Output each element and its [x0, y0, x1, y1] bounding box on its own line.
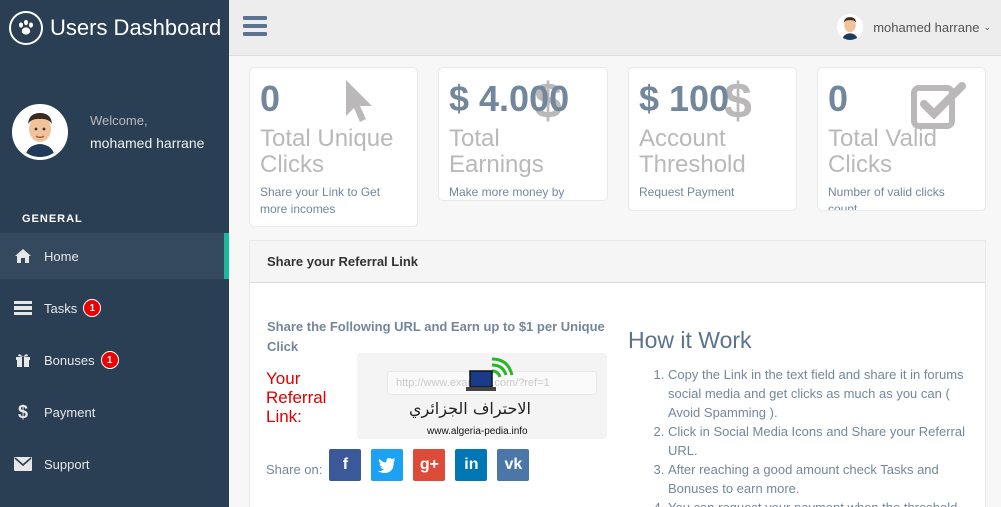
linkedin-icon: in [464, 456, 479, 473]
sidebar-item-bonuses[interactable]: Bonuses 1 [0, 337, 229, 383]
tasks-icon [13, 298, 33, 318]
share-label: Share on: [266, 461, 323, 477]
avatar [12, 104, 68, 160]
brand-title: Users Dashboard [50, 15, 222, 40]
referral-link-label: Your Referral Link: [266, 369, 327, 426]
computer-signal-icon [466, 357, 514, 391]
watermark-logo: الاحتراف الجزائري www.algeria-pedia.info [397, 353, 587, 439]
sidebar-item-payment[interactable]: $ Payment [0, 389, 229, 435]
tile-subtitle: Make more money by Completing tasks [449, 185, 565, 199]
user-menu[interactable]: mohamed harrane ⌄ [837, 14, 991, 40]
how-it-works-title: How it Work [628, 327, 752, 353]
menu-toggle-icon[interactable] [243, 16, 267, 38]
sidebar-item-support[interactable]: Support [0, 441, 229, 487]
user-menu-name: mohamed harrane [873, 19, 980, 35]
chevron-down-icon: ⌄ [983, 21, 991, 32]
tile-subtitle: Share your Link to Get more incomes [260, 185, 381, 216]
dollar-icon: $ [17, 401, 28, 422]
section-label: GENERAL [22, 213, 83, 225]
tile-unique-clicks: 0 Total Unique Clicks Share your Link to… [249, 67, 418, 227]
welcome-text: Welcome, [90, 113, 148, 128]
topbar: mohamed harrane ⌄ [229, 0, 1001, 56]
watermark-url: www.algeria-pedia.info [427, 426, 528, 437]
tile-count: $ 100 [639, 78, 730, 119]
sidebar-item-label: Home [44, 248, 79, 264]
tile-title: Total Earnings [449, 125, 544, 178]
tile-count: 0 [260, 78, 281, 119]
twitter-icon [378, 457, 396, 473]
facebook-share-button[interactable]: f [329, 449, 362, 481]
brand[interactable]: Users Dashboard [0, 0, 229, 56]
facebook-icon: f [342, 456, 349, 473]
profile: Welcome, mohamed harrane [0, 56, 229, 187]
sidebar-item-label: Bonuses [44, 352, 95, 368]
gift-icon [13, 350, 33, 370]
sidebar: Users Dashboard Welcome, mohamed harrane… [0, 0, 229, 507]
google-plus-icon: g+ [419, 456, 439, 473]
list-item: Copy the Link in the text field and shar… [668, 365, 973, 422]
envelope-icon [13, 454, 33, 474]
tile-total-earnings: $ $ 4.000 Total Earnings Make more money… [438, 67, 608, 201]
sidebar-item-tasks[interactable]: Tasks 1 [0, 285, 229, 331]
vk-share-button[interactable]: vk [497, 449, 530, 481]
tile-valid-clicks: 0 Total Valid Clicks Number of valid cli… [817, 67, 986, 211]
vk-icon: vk [504, 456, 523, 473]
referral-box: http://www.example.com/?ref=1 الاحتراف ا… [357, 353, 607, 439]
paw-icon [9, 11, 43, 45]
twitter-share-button[interactable] [371, 449, 404, 481]
bonuses-badge: 1 [100, 351, 119, 369]
sidebar-item-label: Support [44, 456, 90, 472]
panel-title: Share your Referral Link [250, 241, 985, 283]
tile-title: Account Threshold [639, 125, 746, 178]
share-heading: Share the Following URL and Earn up to $… [267, 319, 605, 354]
sidebar-item-label: Tasks [44, 300, 78, 316]
list-item: After reaching a good amount check Tasks… [668, 460, 973, 498]
sidebar-item-home[interactable]: Home [0, 233, 229, 279]
list-item: You can request your payment when the th… [668, 498, 973, 507]
tile-account-threshold: $ $ 100 Account Threshold Request Paymen… [628, 67, 797, 211]
tile-title: Total Unique Clicks [260, 125, 394, 178]
home-icon [13, 246, 33, 266]
tile-title: Total Valid Clicks [828, 125, 937, 178]
watermark-arabic: الاحتراف الجزائري [409, 399, 531, 418]
tasks-badge: 1 [83, 299, 102, 317]
how-it-works-list: Copy the Link in the text field and shar… [668, 365, 973, 507]
avatar [837, 14, 864, 40]
tile-subtitle: Number of valid clicks count. [828, 185, 945, 211]
google-plus-share-button[interactable]: g+ [413, 449, 446, 481]
linkedin-share-button[interactable]: in [455, 449, 488, 481]
profile-name: mohamed harrane [90, 135, 205, 151]
tile-count: $ 4.000 [449, 78, 570, 119]
request-payment-link[interactable]: Request Payment [639, 184, 786, 201]
sidebar-item-label: Payment [44, 404, 96, 420]
referral-panel: Share your Referral Link Share the Follo… [249, 240, 986, 507]
list-item: Click in Social Media Icons and Share yo… [668, 422, 973, 460]
share-row: Share on: f g+ in vk [266, 449, 539, 481]
tile-count: 0 [828, 78, 849, 119]
